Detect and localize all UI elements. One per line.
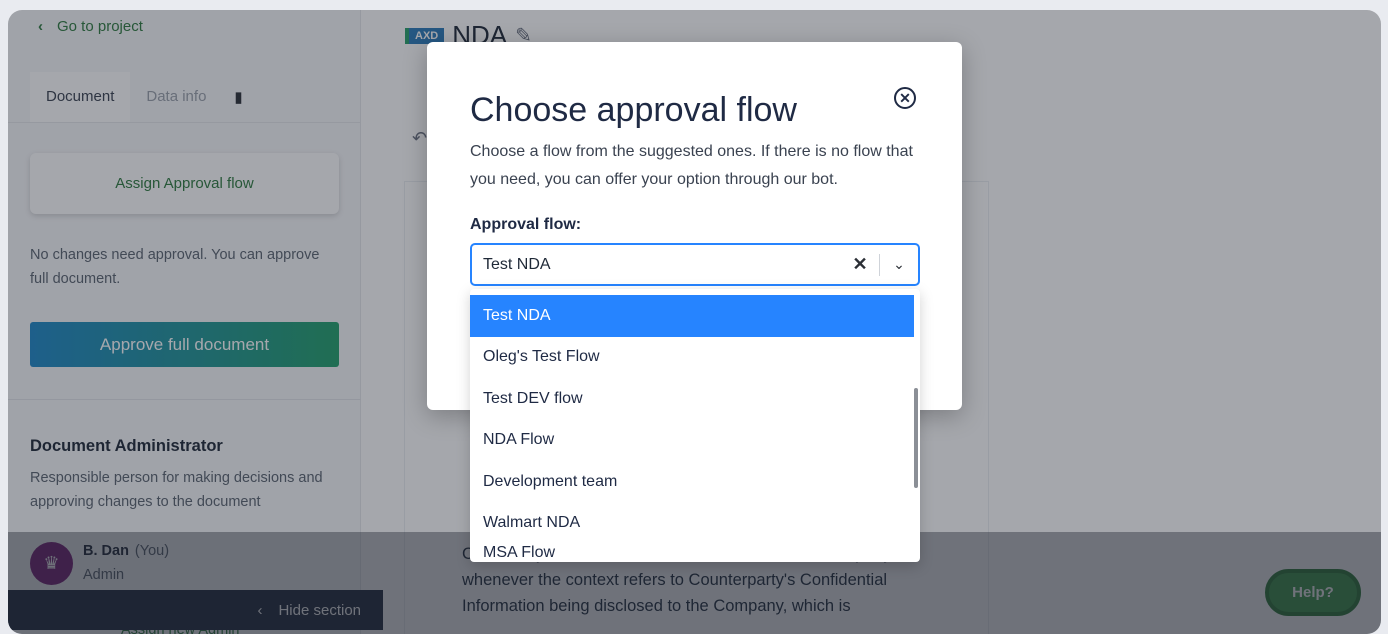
approval-flow-select[interactable]: Test NDA ✕ ⌄ — [470, 243, 920, 286]
document-line: whenever the context refers to Counterpa… — [462, 571, 888, 589]
option-nda-flow[interactable]: NDA Flow — [470, 420, 914, 462]
document-line: Information being disclosed to the Compa… — [462, 597, 851, 615]
modal-title: Choose approval flow — [470, 91, 797, 129]
option-msa-flow[interactable]: MSA Flow — [470, 544, 914, 562]
select-value: Test NDA — [483, 255, 551, 273]
option-walmart-nda[interactable]: Walmart NDA — [470, 503, 914, 545]
modal-description: Choose a flow from the suggested ones. I… — [470, 143, 913, 188]
chevron-down-icon[interactable]: ⌄ — [880, 256, 918, 273]
approval-flow-dropdown: Test NDA Oleg's Test Flow Test DEV flow … — [470, 289, 920, 562]
option-test-nda[interactable]: Test NDA — [470, 295, 914, 337]
option-olegs-test-flow[interactable]: Oleg's Test Flow — [470, 337, 914, 379]
dropdown-scrollbar[interactable] — [914, 388, 918, 488]
option-test-dev-flow[interactable]: Test DEV flow — [470, 378, 914, 420]
approval-flow-label: Approval flow: — [470, 216, 582, 233]
clear-x-icon[interactable]: ✕ — [841, 254, 879, 275]
close-circle-icon[interactable]: ✕ — [894, 87, 916, 109]
option-development-team[interactable]: Development team — [470, 461, 914, 503]
